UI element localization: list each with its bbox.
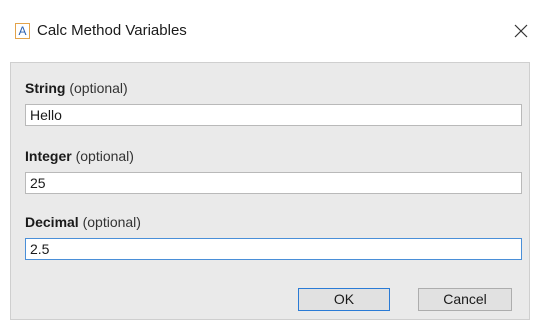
ok-button[interactable]: OK <box>298 288 390 311</box>
string-field-label: String (optional) <box>25 79 128 97</box>
string-input[interactable] <box>25 104 522 126</box>
close-icon <box>514 24 528 38</box>
decimal-label-name: Decimal <box>25 214 79 230</box>
form-panel: String (optional) Integer (optional) Dec… <box>10 62 530 320</box>
integer-input[interactable] <box>25 172 522 194</box>
decimal-input[interactable] <box>25 238 522 260</box>
integer-field-label: Integer (optional) <box>25 147 134 165</box>
integer-label-name: Integer <box>25 148 72 164</box>
dialog-title: Calc Method Variables <box>37 22 187 39</box>
cancel-button[interactable]: Cancel <box>418 288 512 311</box>
decimal-field-label: Decimal (optional) <box>25 213 141 231</box>
title-bar: A Calc Method Variables <box>0 0 540 58</box>
dialog-window: A Calc Method Variables String (optional… <box>0 0 540 322</box>
app-icon: A <box>15 23 30 39</box>
integer-label-optional: (optional) <box>75 148 134 164</box>
string-label-name: String <box>25 80 66 96</box>
decimal-label-optional: (optional) <box>82 214 141 230</box>
string-label-optional: (optional) <box>69 80 128 96</box>
close-button[interactable] <box>507 18 535 44</box>
